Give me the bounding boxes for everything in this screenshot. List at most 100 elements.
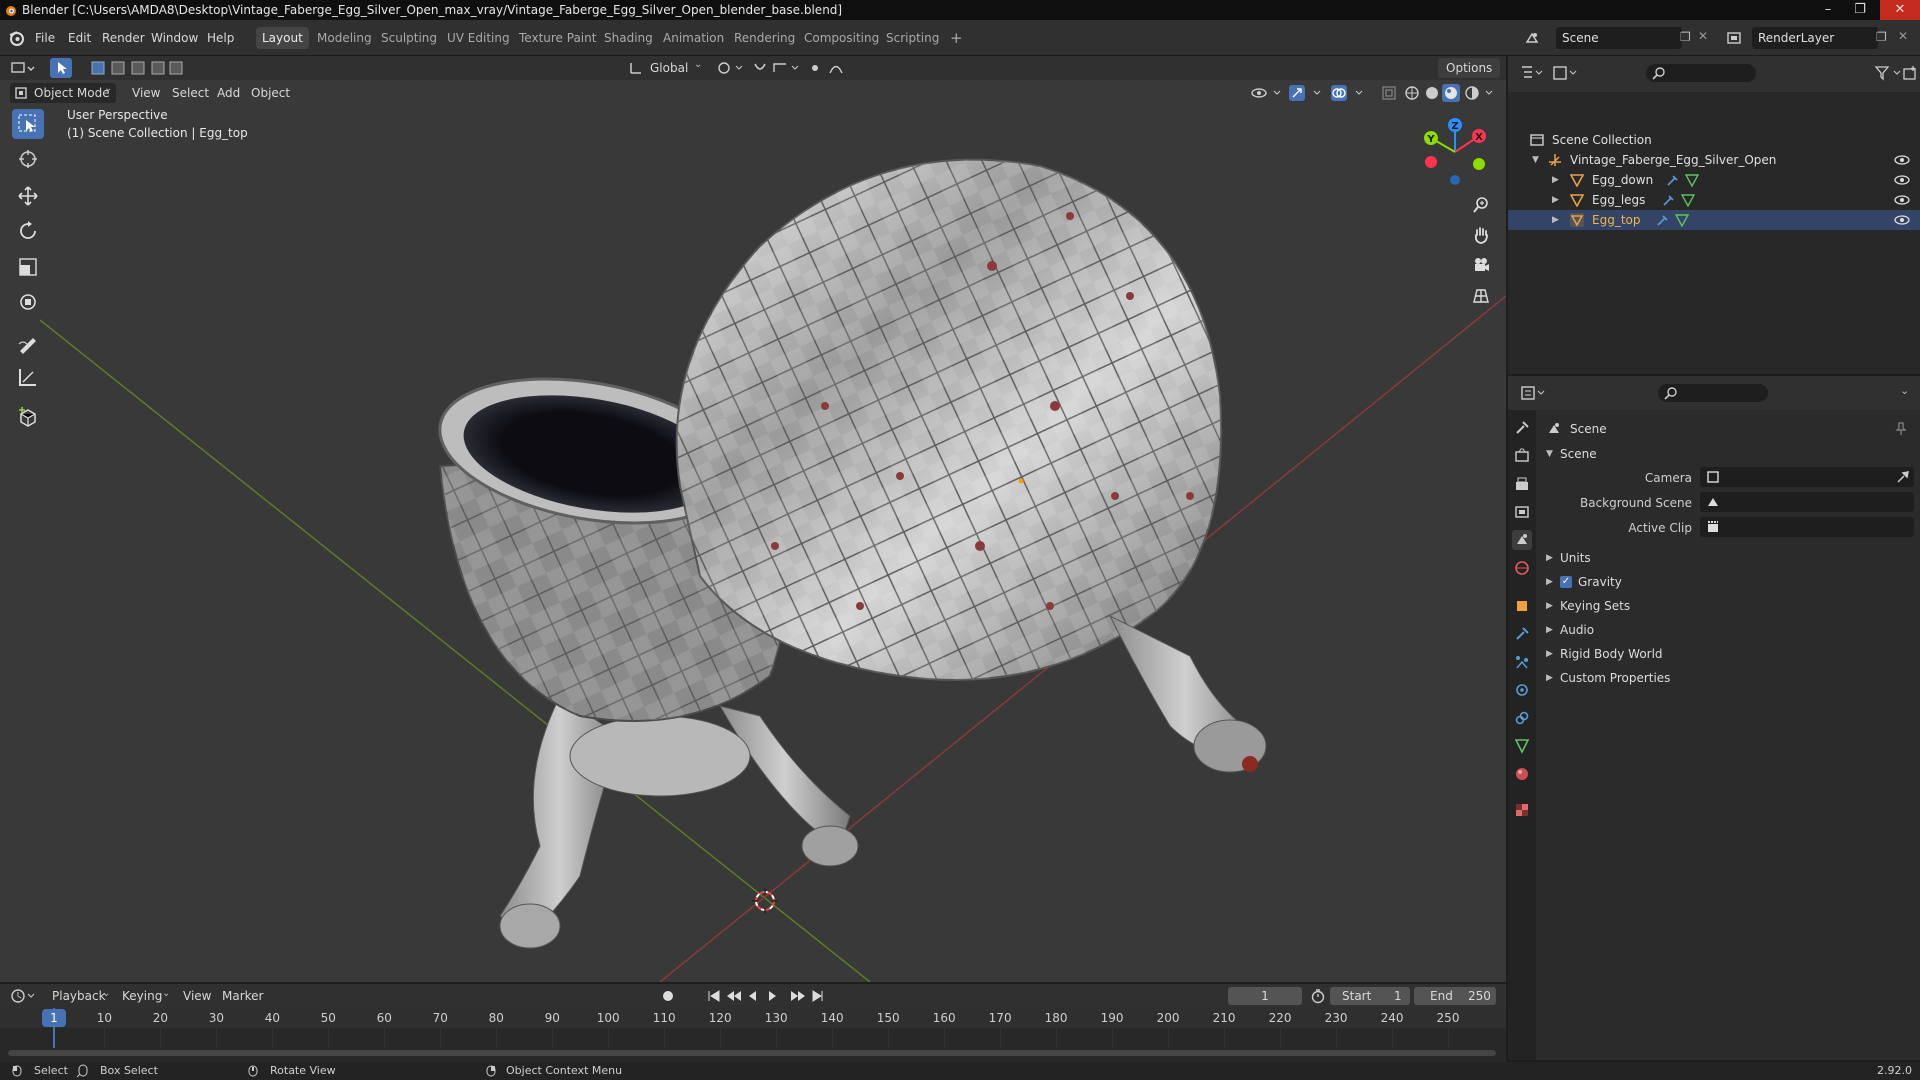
new-collection-icon[interactable]	[1902, 65, 1918, 81]
expand-right-icon[interactable]: ▶	[1552, 210, 1559, 230]
timeline-menu-keying[interactable]: Keying	[122, 986, 162, 1006]
filter-icon[interactable]	[1874, 65, 1904, 81]
playback-controls[interactable]	[706, 988, 826, 1004]
playhead-frame-label[interactable]: 1	[42, 1009, 66, 1027]
tab-scripting[interactable]: Scripting	[880, 27, 945, 49]
menu-window[interactable]: Window	[146, 28, 203, 48]
tab-uv-editing[interactable]: UV Editing	[441, 27, 516, 49]
tab-texture[interactable]	[1512, 800, 1532, 820]
tab-data[interactable]	[1512, 736, 1532, 756]
rotate-tool[interactable]	[12, 216, 44, 246]
maximize-button[interactable]: ❐	[1846, 0, 1874, 20]
rigid-body-world-panel-header[interactable]: ▶ Rigid Body World	[1536, 643, 1920, 665]
pan-view-button[interactable]	[1468, 222, 1494, 248]
tab-modifiers[interactable]	[1512, 624, 1532, 644]
timeline-menu-playback[interactable]: Playback	[52, 986, 106, 1006]
tab-scene[interactable]	[1512, 530, 1532, 550]
visibility-eye-icon[interactable]	[1894, 154, 1910, 166]
tab-sculpting[interactable]: Sculpting	[375, 27, 443, 49]
tab-texture-paint[interactable]: Texture Paint	[513, 27, 602, 49]
gravity-checkbox[interactable]: ✓	[1560, 576, 1572, 588]
select-box-tool[interactable]	[12, 109, 44, 139]
custom-properties-panel-header[interactable]: ▶ Custom Properties	[1536, 667, 1920, 689]
measure-tool[interactable]	[12, 362, 44, 392]
end-frame-field[interactable]: End 250	[1414, 987, 1496, 1005]
outliner-search-input[interactable]	[1646, 64, 1756, 82]
tab-output[interactable]	[1512, 474, 1532, 494]
tab-physics[interactable]	[1512, 680, 1532, 700]
display-mode-icon[interactable]	[1552, 64, 1578, 82]
view-layer-icon[interactable]	[1726, 30, 1742, 46]
delete-view-layer-icon[interactable]: ✕	[1898, 29, 1908, 43]
tab-tool[interactable]	[1512, 418, 1532, 438]
audio-panel-header[interactable]: ▶ Audio	[1536, 619, 1920, 641]
expand-right-icon[interactable]: ▶	[1552, 190, 1559, 210]
toggle-perspective-button[interactable]	[1468, 283, 1494, 309]
background-scene-field[interactable]	[1700, 492, 1914, 512]
timeline-ruler[interactable]: 10 20 30 40 50 60 70 80 90 100 110 120 130 140 150 160 1…	[0, 1008, 1506, 1028]
outliner-editor-type-icon[interactable]	[1520, 64, 1544, 82]
add-workspace-button[interactable]: +	[944, 27, 969, 49]
eyedropper-icon[interactable]	[1896, 470, 1910, 484]
visibility-eye-icon[interactable]	[1894, 214, 1910, 226]
minimize-button[interactable]: –	[1814, 0, 1842, 20]
timeline-scrollbar[interactable]	[8, 1050, 1496, 1056]
view-layer-field[interactable]: RenderLayer	[1752, 27, 1878, 49]
scene-panel-header[interactable]: ▼ Scene	[1536, 443, 1920, 465]
menu-render[interactable]: Render	[97, 28, 150, 48]
scene-name-field[interactable]: Scene	[1556, 27, 1682, 49]
outliner-object-row-active[interactable]: ▶ Egg_top	[1508, 210, 1920, 230]
start-frame-field[interactable]: Start 1	[1330, 987, 1410, 1005]
visibility-eye-icon[interactable]	[1894, 194, 1910, 206]
close-button[interactable]: ✕	[1880, 0, 1920, 20]
pin-icon[interactable]	[1894, 422, 1908, 436]
blender-menu-icon[interactable]	[8, 29, 26, 47]
timeline-area[interactable]: 10 20 30 40 50 60 70 80 90 100 110 120 130 140 150 160 1…	[0, 1008, 1506, 1062]
current-frame-field[interactable]: 1	[1228, 987, 1302, 1005]
new-view-layer-icon[interactable]: ❐	[1876, 30, 1887, 44]
properties-editor-type-icon[interactable]	[1520, 384, 1546, 402]
outliner-collection-row[interactable]: ▼ Vintage_Faberge_Egg_Silver_Open	[1508, 150, 1920, 170]
outliner-object-row[interactable]: ▶ Egg_down	[1508, 170, 1920, 190]
transform-tool[interactable]	[12, 287, 44, 317]
chevron-down-icon[interactable]: ⌄	[1900, 384, 1909, 397]
annotate-tool[interactable]	[12, 328, 44, 358]
timeline-menu-view[interactable]: View	[183, 986, 211, 1006]
tab-material[interactable]	[1512, 764, 1532, 784]
navigation-gizmo[interactable]: Z X Y	[1415, 112, 1495, 192]
camera-view-button[interactable]	[1468, 252, 1494, 278]
stopwatch-icon[interactable]	[1310, 988, 1326, 1004]
units-panel-header[interactable]: ▶ Units	[1536, 547, 1920, 569]
tab-particles[interactable]	[1512, 652, 1532, 672]
zoom-view-button[interactable]	[1468, 192, 1494, 218]
properties-search-input[interactable]	[1658, 384, 1768, 402]
expand-down-icon[interactable]: ▼	[1532, 150, 1539, 170]
menu-help[interactable]: Help	[202, 28, 239, 48]
tab-compositing[interactable]: Compositing	[798, 27, 885, 49]
outliner-scene-collection[interactable]: Scene Collection	[1508, 130, 1920, 150]
tab-rendering[interactable]: Rendering	[728, 27, 801, 49]
expand-right-icon[interactable]: ▶	[1552, 170, 1559, 190]
scale-tool[interactable]	[12, 252, 44, 282]
move-tool[interactable]	[12, 181, 44, 211]
gravity-panel-header[interactable]: ▶ ✓ Gravity	[1536, 571, 1920, 593]
menu-edit[interactable]: Edit	[63, 28, 96, 48]
tab-object[interactable]	[1512, 596, 1532, 616]
tab-render[interactable]	[1512, 446, 1532, 466]
3d-viewport[interactable]: Global ⌄ Options Object Mode ⌄ View Sele…	[0, 56, 1506, 982]
timeline-editor-type-icon[interactable]	[10, 988, 38, 1004]
outliner-object-row[interactable]: ▶ Egg_legs	[1508, 190, 1920, 210]
active-clip-field[interactable]	[1700, 517, 1914, 537]
tab-shading[interactable]: Shading	[598, 27, 659, 49]
menu-file[interactable]: File	[30, 28, 60, 48]
tab-layout[interactable]: Layout	[256, 27, 309, 49]
tab-constraints[interactable]	[1512, 708, 1532, 728]
tab-world[interactable]	[1512, 558, 1532, 578]
delete-scene-icon[interactable]: ✕	[1698, 29, 1708, 43]
camera-field[interactable]	[1700, 467, 1914, 487]
tab-animation[interactable]: Animation	[657, 27, 730, 49]
tab-modeling[interactable]: Modeling	[311, 27, 378, 49]
tab-view-layer[interactable]	[1512, 502, 1532, 522]
visibility-eye-icon[interactable]	[1894, 174, 1910, 186]
keying-sets-panel-header[interactable]: ▶ Keying Sets	[1536, 595, 1920, 617]
